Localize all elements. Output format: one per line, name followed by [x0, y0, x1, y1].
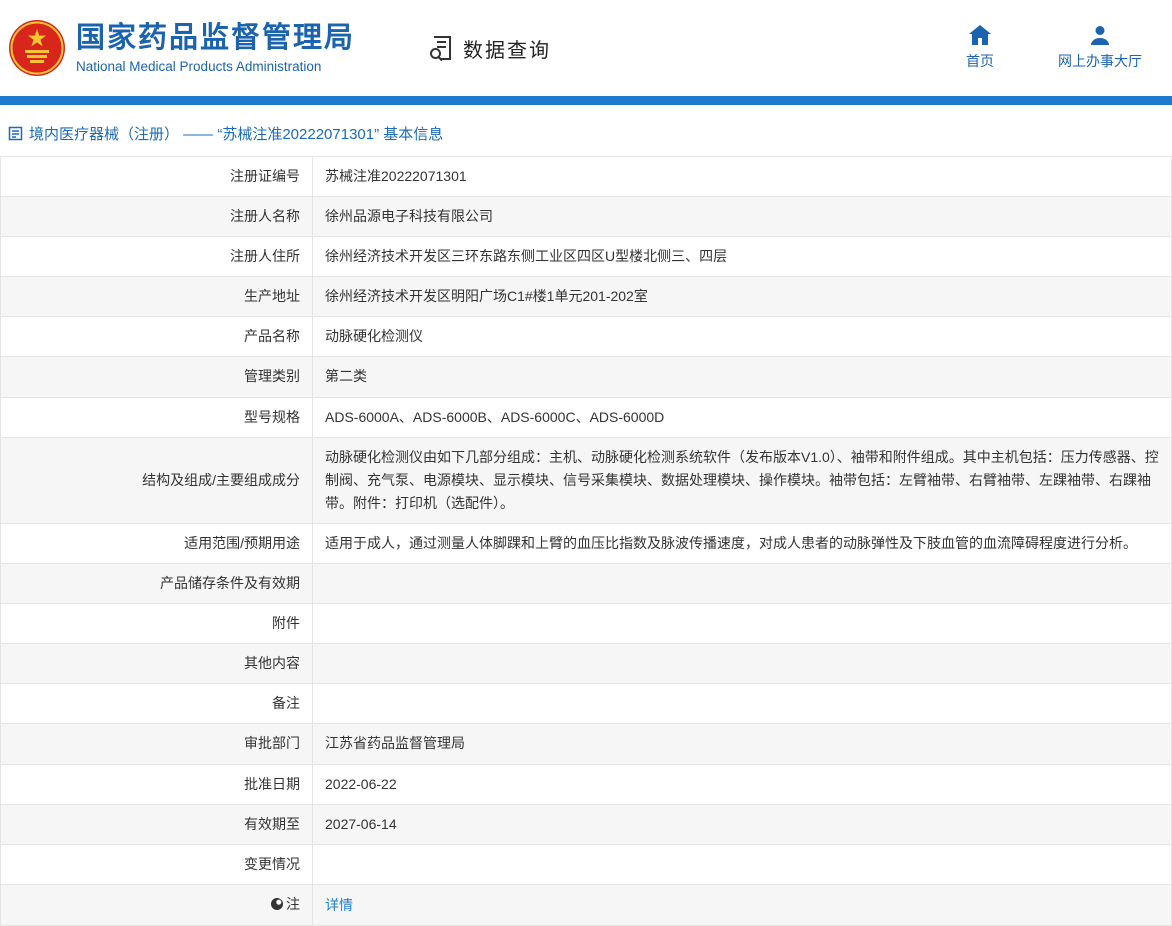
row-label: 产品储存条件及有效期 [0, 563, 313, 605]
org-name-cn: 国家药品监督管理局 [76, 21, 356, 54]
header-divider-bar [0, 96, 1172, 105]
table-row: 附件 [0, 603, 1172, 645]
table-row: 批准日期 2022-06-22 [0, 763, 1172, 805]
row-label: 注册证编号 [0, 155, 313, 198]
row-label: 附件 [0, 603, 313, 645]
brand[interactable]: 国家药品监督管理局 National Medical Products Admi… [8, 19, 355, 77]
row-value: 第二类 [312, 356, 1172, 398]
national-emblem-logo [8, 19, 66, 77]
row-label: 注册人名称 [0, 196, 313, 238]
nav-service-hall[interactable]: 网上办事大厅 [1058, 25, 1142, 71]
table-row: 其他内容 [0, 643, 1172, 685]
row-value: 详情 [312, 883, 1172, 926]
user-icon [1090, 25, 1110, 45]
row-label: 备注 [0, 683, 313, 725]
header: 国家药品监督管理局 National Medical Products Admi… [0, 0, 1172, 96]
row-value: 2027-06-14 [312, 803, 1172, 845]
table-row: 变更情况 [0, 843, 1172, 885]
table-row: 生产地址 徐州经济技术开发区明阳广场C1#楼1单元201-202室 [0, 276, 1172, 318]
row-label: 产品名称 [0, 316, 313, 358]
row-label: 管理类别 [0, 356, 313, 398]
row-value: 动脉硬化检测仪由如下几部分组成：主机、动脉硬化检测系统软件（发布版本V1.0）、… [312, 436, 1172, 524]
table-row-note: 注 详情 [0, 883, 1172, 926]
nav-home-label: 首页 [966, 53, 994, 69]
data-query-tab[interactable]: 数据查询 [427, 34, 551, 63]
row-label: 变更情况 [0, 843, 313, 885]
row-value [312, 563, 1172, 605]
row-value: 2022-06-22 [312, 763, 1172, 805]
row-label: 生产地址 [0, 276, 313, 318]
nav-home[interactable]: 首页 [950, 25, 1010, 71]
row-label: 注 [0, 883, 313, 926]
table-row: 备注 [0, 683, 1172, 725]
registration-info-table: 注册证编号 苏械注准20222071301 注册人名称 徐州品源电子科技有限公司… [0, 155, 1172, 926]
row-label: 适用范围/预期用途 [0, 522, 313, 565]
row-label: 结构及组成/主要组成成分 [0, 436, 313, 524]
row-label: 型号规格 [0, 396, 313, 438]
row-value: 徐州经济技术开发区明阳广场C1#楼1单元201-202室 [312, 276, 1172, 318]
breadcrumb-text: 境内医疗器械（注册） —— “苏械注准20222071301” 基本信息 [29, 126, 444, 143]
data-query-label: 数据查询 [463, 39, 552, 62]
row-value: 江苏省药品监督管理局 [312, 723, 1172, 765]
table-row: 管理类别 第二类 [0, 356, 1172, 398]
note-label-text: 注 [286, 895, 300, 912]
table-row: 型号规格 ADS-6000A、ADS-6000B、ADS-6000C、ADS-6… [0, 396, 1172, 438]
row-value: 徐州经济技术开发区三环东路东侧工业区四区U型楼北侧三、四层 [312, 236, 1172, 278]
row-label: 有效期至 [0, 803, 313, 845]
row-value [312, 603, 1172, 645]
row-value: 徐州品源电子科技有限公司 [312, 196, 1172, 238]
row-value: 苏械注准20222071301 [312, 155, 1172, 198]
details-link[interactable]: 详情 [325, 897, 353, 913]
row-label: 审批部门 [0, 723, 313, 765]
nav-service-hall-label: 网上办事大厅 [1058, 53, 1142, 69]
row-value: 适用于成人，通过测量人体脚踝和上臂的血压比指数及脉波传播速度，对成人患者的动脉弹… [312, 522, 1172, 565]
note-icon [271, 898, 283, 911]
document-icon [8, 126, 23, 141]
row-label: 其他内容 [0, 643, 313, 685]
org-name-en: National Medical Products Administration [76, 58, 322, 74]
table-row: 结构及组成/主要组成成分 动脉硬化检测仪由如下几部分组成：主机、动脉硬化检测系统… [0, 436, 1172, 524]
table-row: 产品名称 动脉硬化检测仪 [0, 316, 1172, 358]
row-value [312, 643, 1172, 685]
table-row: 注册人住所 徐州经济技术开发区三环东路东侧工业区四区U型楼北侧三、四层 [0, 236, 1172, 278]
home-icon [969, 25, 991, 45]
table-row: 适用范围/预期用途 适用于成人，通过测量人体脚踝和上臂的血压比指数及脉波传播速度… [0, 522, 1172, 565]
table-row: 审批部门 江苏省药品监督管理局 [0, 723, 1172, 765]
table-row: 有效期至 2027-06-14 [0, 803, 1172, 845]
row-value [312, 683, 1172, 725]
row-value: ADS-6000A、ADS-6000B、ADS-6000C、ADS-6000D [312, 396, 1172, 438]
row-label: 注册人住所 [0, 236, 313, 278]
row-value [312, 843, 1172, 885]
data-query-icon [427, 34, 455, 62]
row-label: 批准日期 [0, 763, 313, 805]
table-row: 注册人名称 徐州品源电子科技有限公司 [0, 196, 1172, 238]
top-nav: 首页 网上办事大厅 [950, 25, 1142, 71]
row-value: 动脉硬化检测仪 [312, 316, 1172, 358]
table-row: 产品储存条件及有效期 [0, 563, 1172, 605]
breadcrumb: 境内医疗器械（注册） —— “苏械注准20222071301” 基本信息 [0, 105, 1172, 156]
table-row: 注册证编号 苏械注准20222071301 [0, 155, 1172, 198]
